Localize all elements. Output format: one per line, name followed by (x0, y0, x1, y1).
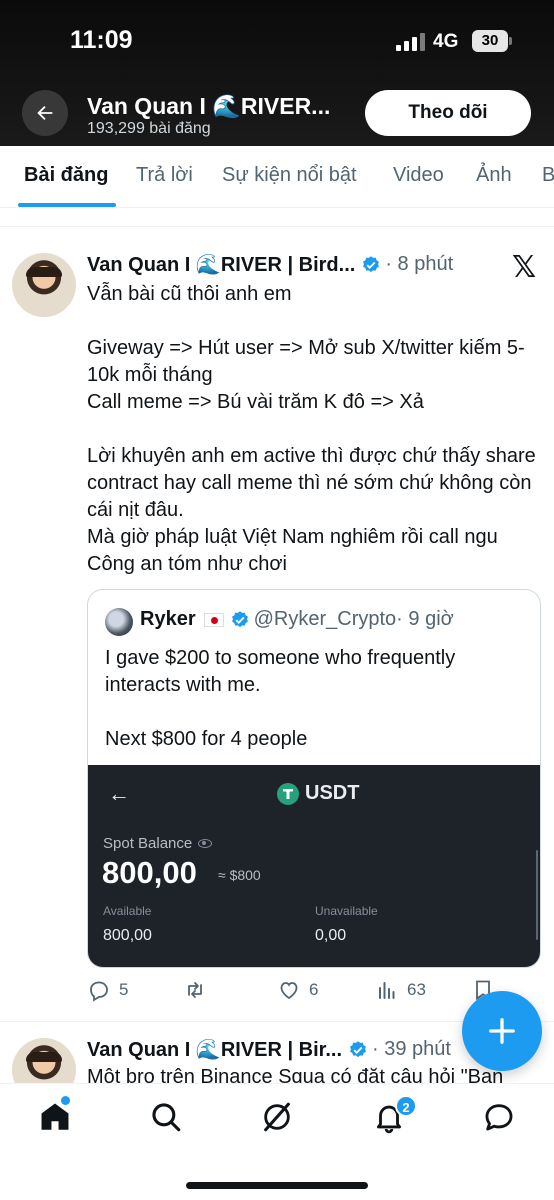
reply-count: 5 (119, 980, 129, 999)
eye-icon (198, 839, 213, 848)
tab-active-indicator (18, 203, 116, 207)
search-icon[interactable] (149, 1100, 183, 1134)
verified-badge-icon (363, 255, 380, 272)
tab-highlights[interactable]: Sự kiện nổi bật (222, 164, 357, 187)
network-type: 4G (433, 31, 459, 52)
tab-video[interactable]: Video (393, 164, 444, 187)
post-count: 193,299 bài đăng (87, 120, 211, 137)
grok-icon[interactable] (260, 1100, 294, 1134)
tab-replies[interactable]: Trả lời (136, 164, 193, 187)
profile-header: 11:09 4G 30 Van Quan I 🌊RIVER... 193,299… (0, 0, 554, 146)
new-posts-dot (61, 1096, 70, 1105)
messages-icon[interactable] (482, 1100, 516, 1134)
quote-line: Next $800 for 4 people (105, 728, 308, 750)
home-indicator (186, 1182, 368, 1189)
tweet-header: Van Quan I 🌊RIVER | Bird... · 8 phút (87, 252, 453, 277)
japan-flag-icon (203, 612, 224, 627)
heart-icon (280, 982, 298, 1000)
tweet-line: Call meme => Bú vài trăm K đô => Xả (87, 391, 424, 413)
signal-icon (396, 33, 426, 51)
repost-icon (188, 982, 202, 998)
tweet-line: Mà giờ pháp luật Việt Nam nghiêm rồi cal… (87, 526, 498, 575)
spot-balance-label: Spot Balance (103, 835, 213, 852)
usdt-coin-icon (277, 783, 299, 805)
profile-name: Van Quan I 🌊RIVER... (87, 93, 331, 119)
notification-badge: 2 (395, 1095, 417, 1117)
like-count: 6 (309, 980, 319, 999)
arrow-left-icon: ← (108, 781, 130, 806)
available-value: 800,00 (103, 927, 152, 944)
tab-posts[interactable]: Bài đăng (24, 164, 108, 187)
balance-amount: 800,00 (102, 855, 197, 890)
tweet-line: Giveway => Hút user => Mở sub X/twitter … (87, 337, 525, 386)
wallet-screenshot-image: ← USDT Spot Balance 800,00 ≈ $800 Availa… (88, 765, 540, 967)
arrow-left-icon (37, 105, 53, 121)
compose-button[interactable] (462, 991, 542, 1071)
reply-button[interactable]: 5 (87, 978, 128, 1002)
quote-avatar (105, 608, 133, 636)
plus-icon (489, 1018, 515, 1044)
tab-photos[interactable]: Ảnh (476, 164, 512, 187)
battery-icon: 30 (472, 30, 508, 52)
repost-button[interactable] (183, 978, 215, 1002)
x-logo-icon: 𝕏 (512, 251, 537, 284)
quoted-tweet[interactable]: Ryker @Ryker_Crypto · 9 giờ I gave $200 … (87, 589, 541, 968)
tweet-line (87, 308, 537, 335)
tweet-line: Lời khuyên anh em active thì được chứ th… (87, 445, 536, 521)
profile-tabs: Bài đăng Trả lời Sự kiện nổi bật Video Ả… (0, 146, 554, 208)
tweet-header: Van Quan I 🌊RIVER | Bir... · 39 phút (87, 1037, 451, 1062)
tab-more[interactable]: B (542, 164, 554, 187)
views-button[interactable]: 63 (375, 978, 426, 1002)
balance-usd: ≈ $800 (218, 867, 261, 883)
quote-line (105, 699, 525, 726)
scrollbar (536, 850, 538, 940)
reply-icon (90, 981, 108, 1002)
bottom-nav: 2 (0, 1083, 554, 1200)
verified-badge-icon (350, 1040, 366, 1057)
quote-handle: @Ryker_Crypto (253, 608, 397, 630)
tweet-line (87, 416, 537, 443)
follow-button[interactable]: Theo dõi (365, 90, 531, 136)
tweet-time: · 8 phút (385, 253, 454, 275)
divider (0, 226, 554, 227)
tweet-line: Vẫn bài cũ thôi anh em (87, 283, 292, 305)
like-button[interactable]: 6 (277, 978, 318, 1002)
quote-time: · 9 giờ (396, 608, 454, 630)
analytics-icon (379, 982, 395, 999)
quote-header: Ryker @Ryker_Crypto · 9 giờ (140, 608, 454, 631)
home-icon[interactable] (38, 1100, 72, 1134)
author-name[interactable]: Van Quan I 🌊RIVER | Bir... (87, 1037, 342, 1062)
battery-tip (509, 37, 512, 45)
avatar[interactable] (12, 253, 76, 317)
spot-balance-text: Spot Balance (103, 835, 193, 852)
back-button[interactable] (22, 90, 68, 136)
tweet-actions: 5 6 63 (87, 978, 527, 1004)
views-count: 63 (407, 980, 426, 999)
unavailable-label: Unavailable (315, 904, 378, 918)
unavailable-value: 0,00 (315, 927, 347, 944)
quote-body: I gave $200 to someone who frequently in… (105, 645, 525, 753)
status-time: 11:09 (70, 26, 133, 54)
wallet-token: USDT (305, 782, 360, 804)
quote-line: I gave $200 to someone who frequently in… (105, 647, 456, 696)
available-label: Available (103, 904, 152, 918)
author-name[interactable]: Van Quan I 🌊RIVER | Bird... (87, 252, 355, 277)
tweet-body: Vẫn bài cũ thôi anh em Giveway => Hút us… (87, 281, 537, 578)
verified-badge-icon (231, 610, 248, 627)
quote-author: Ryker (140, 608, 196, 630)
tweet-time: · 39 phút (372, 1038, 451, 1060)
